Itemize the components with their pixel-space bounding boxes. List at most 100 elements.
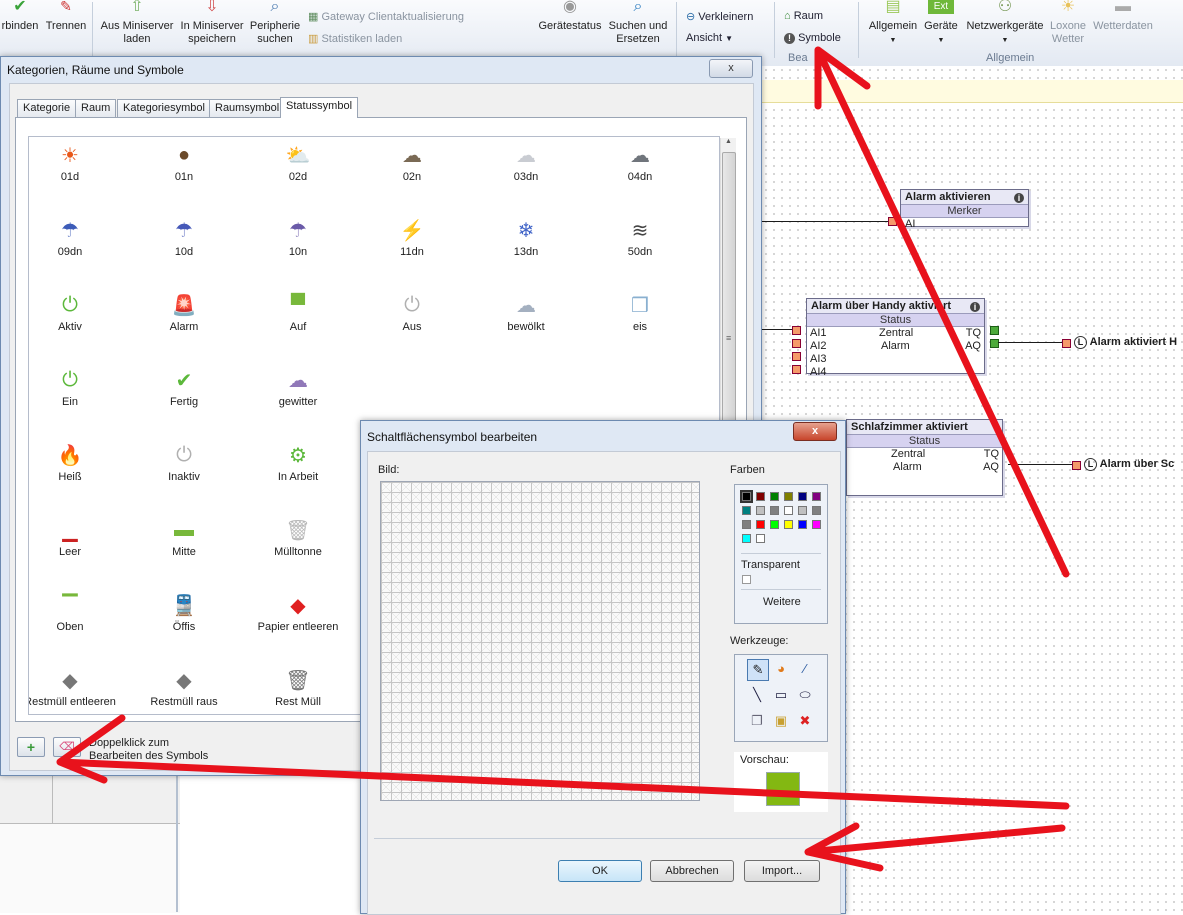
symbol-item[interactable]: ☀ 01d bbox=[29, 142, 127, 184]
device-status-button[interactable]: ◉ Gerätestatus bbox=[536, 0, 604, 33]
color-swatch[interactable] bbox=[770, 506, 779, 515]
rectangle-icon[interactable]: ▭ bbox=[771, 685, 791, 705]
erase-symbol-button[interactable]: ⌫ bbox=[53, 737, 81, 757]
symbol-item[interactable]: ⏻ Ein bbox=[29, 367, 127, 409]
color-swatch[interactable] bbox=[756, 506, 765, 515]
symbol-item[interactable]: 🔥 Heiß bbox=[29, 442, 127, 484]
symbol-item[interactable]: ❒ eis bbox=[583, 292, 697, 334]
paste-icon[interactable]: ▣ bbox=[771, 711, 791, 731]
search-peripherals-button[interactable]: ⌕ Peripherie suchen bbox=[248, 0, 302, 46]
add-symbol-button[interactable]: + bbox=[17, 737, 45, 757]
symbol-item[interactable]: 🚨 Alarm bbox=[127, 292, 241, 334]
delete-icon[interactable]: ✖ bbox=[795, 711, 815, 731]
load-statistics-button[interactable]: ▥ Statistiken laden bbox=[308, 32, 402, 45]
symbol-item[interactable]: ▔ Oben bbox=[29, 592, 127, 634]
symbol-item[interactable]: ◆ Restmüll entleeren bbox=[29, 667, 127, 709]
output-pin[interactable] bbox=[990, 339, 999, 348]
disconnect-button[interactable]: ✎ Trennen bbox=[42, 0, 90, 33]
symbol-item[interactable]: 🗑 Mülltonne bbox=[241, 517, 355, 559]
room-button[interactable]: ⌂ Raum bbox=[784, 10, 823, 22]
color-swatch[interactable] bbox=[812, 506, 821, 515]
color-swatch[interactable] bbox=[742, 534, 751, 543]
eyedropper-icon[interactable]: ⁄ bbox=[795, 659, 815, 679]
color-swatch[interactable] bbox=[812, 492, 821, 501]
symbol-item[interactable]: ◆ Restmüll raus bbox=[127, 667, 241, 709]
color-swatch[interactable] bbox=[798, 492, 807, 501]
copy-icon[interactable]: ❐ bbox=[747, 711, 767, 731]
cancel-button[interactable]: Abbrechen bbox=[650, 860, 734, 882]
symbol-item[interactable]: 🚆 Öffis bbox=[127, 592, 241, 634]
color-swatch[interactable] bbox=[784, 492, 793, 501]
block-alarm-aktivieren[interactable]: Alarm aktivieren i Merker AI bbox=[900, 189, 1029, 230]
color-swatch[interactable] bbox=[812, 520, 821, 529]
gateway-update-button[interactable]: ▦ Gateway Clientaktualisierung bbox=[308, 10, 464, 23]
color-swatch[interactable] bbox=[756, 520, 765, 529]
symbol-item[interactable]: ▬ Mitte bbox=[127, 517, 241, 559]
symbol-item[interactable]: ☁ bewölkt bbox=[469, 292, 583, 334]
symbol-item[interactable]: ⚡ 11dn bbox=[355, 217, 469, 259]
color-swatch[interactable] bbox=[742, 506, 751, 515]
color-swatch[interactable] bbox=[770, 492, 779, 501]
line-icon[interactable]: ╲ bbox=[747, 685, 767, 705]
symbol-item[interactable]: ☂ 10d bbox=[127, 217, 241, 259]
symbol-item[interactable]: ☂ 10n bbox=[241, 217, 355, 259]
block-alarm-handy[interactable]: Alarm über Handy aktiviert i Status AI1 A… bbox=[806, 298, 985, 378]
network-devices-button[interactable]: ⚇ Netzwerkgeräte ▼ bbox=[962, 0, 1048, 47]
save-to-miniserver-button[interactable]: ⇩ In Miniserver speichern bbox=[176, 0, 248, 46]
input-pin[interactable] bbox=[888, 217, 897, 226]
close-button[interactable]: x bbox=[793, 422, 837, 441]
block-schlafzimmer[interactable]: Schlafzimmer aktiviert Status Zentral Al… bbox=[846, 419, 1003, 496]
general-button[interactable]: ▤ Allgemein ▼ bbox=[862, 0, 924, 47]
symbol-item[interactable]: ✔ Fertig bbox=[127, 367, 241, 409]
tab-raum[interactable]: Raum bbox=[75, 99, 117, 117]
symbol-item[interactable]: ▀ Auf bbox=[241, 292, 355, 334]
weather-data-button[interactable]: ▬ Wetterdaten bbox=[1088, 0, 1158, 33]
ellipse-icon[interactable]: ⬭ bbox=[795, 685, 815, 705]
symbol-item[interactable]: ⏻ Inaktiv bbox=[127, 442, 241, 484]
symbols-button[interactable]: ! Symbole bbox=[784, 32, 841, 44]
symbol-item[interactable]: ❄ 13dn bbox=[469, 217, 583, 259]
tab-raumsymbol[interactable]: Raumsymbol bbox=[209, 99, 286, 117]
color-swatch[interactable] bbox=[798, 506, 807, 515]
symbol-item[interactable]: ⛅ 02d bbox=[241, 142, 355, 184]
symbol-item[interactable]: ≋ 50dn bbox=[583, 217, 697, 259]
tab-kategoriesymbol[interactable]: Kategoriesymbol bbox=[117, 99, 211, 117]
symbol-item[interactable]: ⏻ Aus bbox=[355, 292, 469, 334]
symbol-item[interactable]: ● 01n bbox=[127, 142, 241, 184]
symbol-item[interactable]: ☁ 04dn bbox=[583, 142, 697, 184]
input-pin[interactable] bbox=[1072, 461, 1081, 470]
color-swatch[interactable] bbox=[756, 492, 765, 501]
symbol-item[interactable]: ⏻ Aktiv bbox=[29, 292, 127, 334]
zoom-out-button[interactable]: ⊖ Verkleinern bbox=[686, 10, 753, 23]
transparent-checkbox[interactable] bbox=[742, 575, 751, 584]
more-colors-button[interactable]: Weitere bbox=[763, 596, 801, 608]
symbol-item[interactable]: ☁ 02n bbox=[355, 142, 469, 184]
fill-bucket-icon[interactable]: ◕ bbox=[771, 659, 791, 679]
color-swatch[interactable] bbox=[742, 520, 751, 529]
color-swatch[interactable] bbox=[798, 520, 807, 529]
color-swatch[interactable] bbox=[784, 506, 793, 515]
pixel-editor-canvas[interactable] bbox=[380, 481, 700, 801]
memory-label-alarm-sc[interactable]: L Alarm über Sc bbox=[1084, 458, 1174, 471]
symbol-item[interactable]: ☁ gewitter bbox=[241, 367, 355, 409]
color-swatch[interactable] bbox=[784, 520, 793, 529]
input-pin[interactable] bbox=[792, 365, 801, 374]
loxone-weather-button[interactable]: ☀ Loxone Wetter bbox=[1046, 0, 1090, 46]
ok-button[interactable]: OK bbox=[558, 860, 642, 882]
tab-kategorie[interactable]: Kategorie bbox=[17, 99, 77, 117]
input-pin[interactable] bbox=[1062, 339, 1071, 348]
memory-label-alarm-handy[interactable]: L Alarm aktiviert H bbox=[1074, 336, 1177, 349]
import-button[interactable]: Import... bbox=[744, 860, 820, 882]
output-pin[interactable] bbox=[990, 326, 999, 335]
symbol-item[interactable]: ▁ Leer bbox=[29, 517, 127, 559]
color-swatch[interactable] bbox=[756, 534, 765, 543]
input-pin[interactable] bbox=[792, 339, 801, 348]
devices-button[interactable]: Ext Geräte ▼ bbox=[922, 0, 960, 47]
search-replace-button[interactable]: ⌕ Suchen und Ersetzen bbox=[604, 0, 672, 46]
load-from-miniserver-button[interactable]: ⇧ Aus Miniserver laden bbox=[96, 0, 178, 46]
symbol-item[interactable]: 🗑 Rest Müll bbox=[241, 667, 355, 709]
color-swatch[interactable] bbox=[770, 520, 779, 529]
input-pin[interactable] bbox=[792, 326, 801, 335]
view-dropdown[interactable]: Ansicht ▼ bbox=[686, 32, 733, 44]
pencil-icon[interactable]: ✎ bbox=[747, 659, 769, 681]
